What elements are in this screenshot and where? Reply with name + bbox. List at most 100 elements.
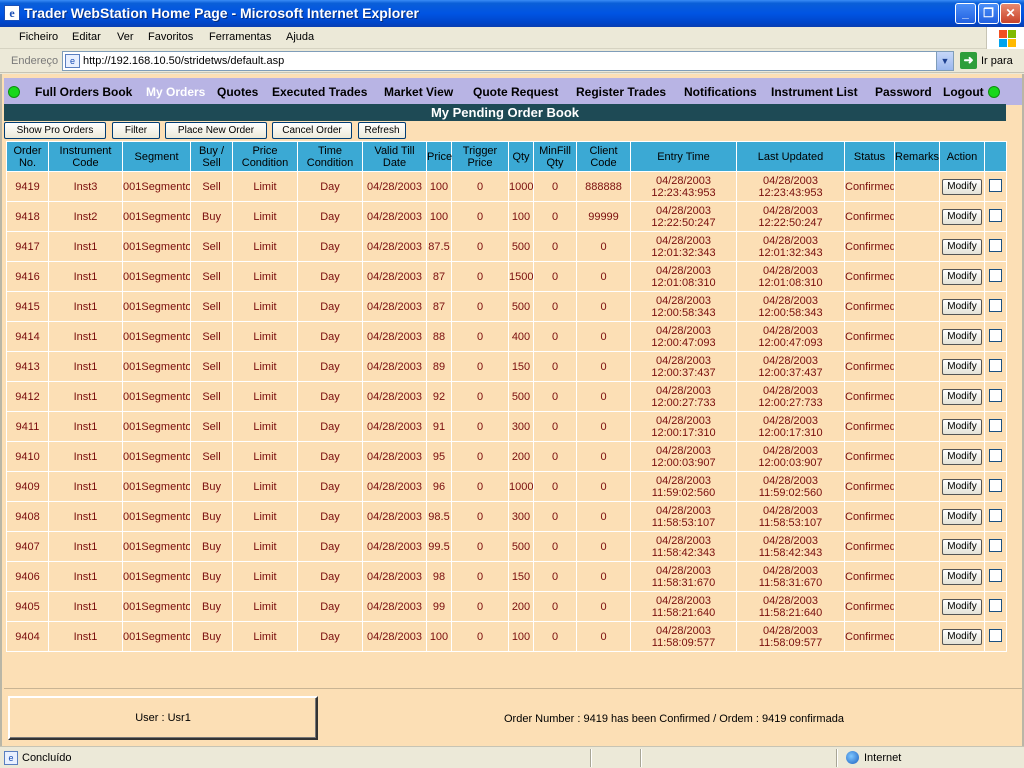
go-button-label[interactable]: Ir para bbox=[981, 55, 1013, 67]
go-arrow-icon[interactable]: ➜ bbox=[960, 52, 977, 69]
modify-button[interactable]: Modify bbox=[942, 478, 982, 495]
cell-entry-time: 04/28/2003 12:00:27:733 bbox=[630, 381, 737, 412]
maximize-button[interactable]: ❐ bbox=[978, 3, 999, 24]
cell-entry-time-date: 04/28/2003 bbox=[655, 264, 712, 277]
cell-select bbox=[984, 351, 1007, 382]
row-checkbox[interactable] bbox=[989, 418, 1002, 432]
menu-bar: Ficheiro Editar Ver Favoritos Ferramenta… bbox=[0, 27, 1024, 49]
minimize-button[interactable]: _ bbox=[955, 3, 976, 24]
menu-favoritos[interactable]: Favoritos bbox=[148, 31, 193, 43]
modify-button[interactable]: Modify bbox=[942, 208, 982, 225]
row-checkbox[interactable] bbox=[989, 388, 1002, 402]
cell-last-updated-clock: 12:00:27:733 bbox=[758, 396, 823, 409]
modify-button[interactable]: Modify bbox=[942, 628, 982, 645]
modify-button[interactable]: Modify bbox=[942, 388, 982, 405]
cancel-order-button[interactable]: Cancel Order bbox=[272, 122, 352, 139]
cell-last-updated: 04/28/2003 11:58:31:670 bbox=[736, 561, 845, 592]
cell-buy-sell: Buy bbox=[190, 531, 233, 562]
cell-entry-time-clock: 12:00:27:733 bbox=[651, 396, 716, 409]
modify-button[interactable]: Modify bbox=[942, 538, 982, 555]
cell-price: 99 bbox=[426, 591, 452, 622]
col-last-updated: Last Updated bbox=[736, 141, 845, 172]
cell-remarks bbox=[894, 441, 940, 472]
nav-market-view[interactable]: Market View bbox=[384, 85, 453, 99]
row-checkbox[interactable] bbox=[989, 508, 1002, 522]
close-button[interactable]: ✕ bbox=[1000, 3, 1021, 24]
nav-register-trades[interactable]: Register Trades bbox=[576, 85, 666, 99]
cell-trigger-price: 0 bbox=[451, 381, 509, 412]
modify-button[interactable]: Modify bbox=[942, 418, 982, 435]
modify-button[interactable]: Modify bbox=[942, 178, 982, 195]
nav-executed-trades[interactable]: Executed Trades bbox=[272, 85, 367, 99]
col-time-condition: Time Condition bbox=[297, 141, 363, 172]
cell-action: Modify bbox=[939, 411, 985, 442]
row-checkbox[interactable] bbox=[989, 298, 1002, 312]
address-bar: Endereço e http://192.168.10.50/stridetw… bbox=[0, 49, 1024, 73]
cell-minfill-qty: 0 bbox=[533, 291, 577, 322]
cell-instrument-code: Inst1 bbox=[48, 351, 123, 382]
modify-button[interactable]: Modify bbox=[942, 358, 982, 375]
cell-price: 98 bbox=[426, 561, 452, 592]
row-checkbox[interactable] bbox=[989, 208, 1002, 222]
cell-last-updated: 04/28/2003 11:58:42:343 bbox=[736, 531, 845, 562]
modify-button[interactable]: Modify bbox=[942, 328, 982, 345]
nav-my-orders[interactable]: My Orders bbox=[146, 85, 205, 99]
row-checkbox[interactable] bbox=[989, 538, 1002, 552]
row-checkbox[interactable] bbox=[989, 478, 1002, 492]
modify-button[interactable]: Modify bbox=[942, 508, 982, 525]
menu-ficheiro[interactable]: Ficheiro bbox=[19, 31, 58, 43]
row-checkbox[interactable] bbox=[989, 238, 1002, 252]
row-checkbox[interactable] bbox=[989, 448, 1002, 462]
menu-editar[interactable]: Editar bbox=[72, 31, 101, 43]
menu-ver[interactable]: Ver bbox=[117, 31, 134, 43]
nav-full-orders-book[interactable]: Full Orders Book bbox=[35, 85, 132, 99]
menu-ferramentas[interactable]: Ferramentas bbox=[209, 31, 271, 43]
modify-button[interactable]: Modify bbox=[942, 298, 982, 315]
show-pro-orders-button[interactable]: Show Pro Orders bbox=[4, 122, 106, 139]
nav-logout[interactable]: Logout bbox=[943, 85, 984, 99]
cell-status: Confirmed bbox=[844, 171, 895, 202]
cell-time-condition: Day bbox=[297, 441, 363, 472]
address-url[interactable]: http://192.168.10.50/stridetws/default.a… bbox=[83, 55, 284, 67]
row-checkbox[interactable] bbox=[989, 568, 1002, 582]
filter-button[interactable]: Filter bbox=[112, 122, 160, 139]
nav-password[interactable]: Password bbox=[875, 85, 932, 99]
status-divider bbox=[640, 749, 642, 767]
row-checkbox[interactable] bbox=[989, 328, 1002, 342]
modify-button[interactable]: Modify bbox=[942, 268, 982, 285]
cell-minfill-qty: 0 bbox=[533, 171, 577, 202]
nav-instrument-list[interactable]: Instrument List bbox=[771, 85, 858, 99]
cell-entry-time-date: 04/28/2003 bbox=[655, 204, 712, 217]
cell-client-code: 888888 bbox=[576, 171, 631, 202]
cell-order-no: 9410 bbox=[6, 441, 49, 472]
row-checkbox[interactable] bbox=[989, 358, 1002, 372]
cell-client-code: 0 bbox=[576, 321, 631, 352]
cell-trigger-price: 0 bbox=[451, 291, 509, 322]
row-checkbox[interactable] bbox=[989, 268, 1002, 282]
place-new-order-button[interactable]: Place New Order bbox=[165, 122, 267, 139]
cell-entry-time: 04/28/2003 12:00:58:343 bbox=[630, 291, 737, 322]
cell-minfill-qty: 0 bbox=[533, 621, 577, 652]
nav-quotes[interactable]: Quotes bbox=[217, 85, 258, 99]
modify-button[interactable]: Modify bbox=[942, 598, 982, 615]
cell-qty: 400 bbox=[508, 321, 534, 352]
modify-button[interactable]: Modify bbox=[942, 568, 982, 585]
row-checkbox[interactable] bbox=[989, 178, 1002, 192]
cell-remarks bbox=[894, 321, 940, 352]
row-checkbox[interactable] bbox=[989, 628, 1002, 642]
address-input[interactable]: e http://192.168.10.50/stridetws/default… bbox=[62, 51, 954, 71]
modify-button[interactable]: Modify bbox=[942, 238, 982, 255]
nav-quote-request[interactable]: Quote Request bbox=[473, 85, 558, 99]
table-row: 9404 Inst1 001Segmento Buy Limit Day 04/28/200… bbox=[6, 621, 1007, 652]
menu-ajuda[interactable]: Ajuda bbox=[286, 31, 314, 43]
address-dropdown-icon[interactable]: ▼ bbox=[936, 52, 953, 70]
nav-notifications[interactable]: Notifications bbox=[684, 85, 757, 99]
refresh-button[interactable]: Refresh bbox=[358, 122, 406, 139]
cell-instrument-code: Inst1 bbox=[48, 501, 123, 532]
cell-status: Confirmed bbox=[844, 231, 895, 262]
row-checkbox[interactable] bbox=[989, 598, 1002, 612]
cell-instrument-code: Inst2 bbox=[48, 201, 123, 232]
table-row: 9411 Inst1 001Segmento Sell Limit Day 04/28/20… bbox=[6, 411, 1007, 442]
modify-button[interactable]: Modify bbox=[942, 448, 982, 465]
table-row: 9418 Inst2 001Segmento Buy Limit Day 04/28/200… bbox=[6, 201, 1007, 232]
